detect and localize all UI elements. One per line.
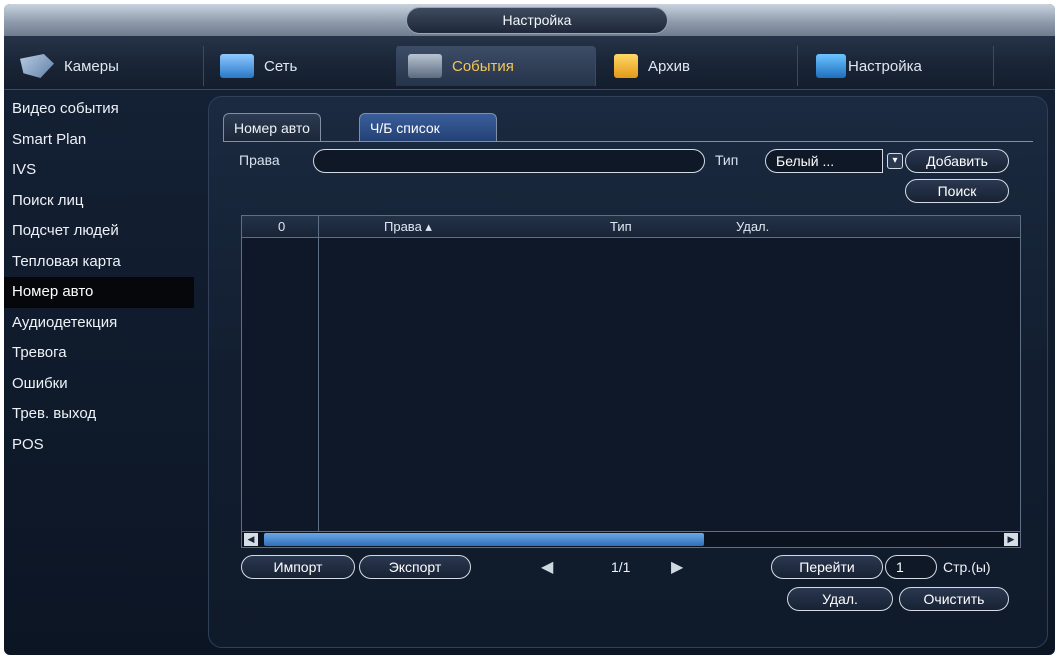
tab-settings-label: Настройка	[848, 57, 922, 75]
chevron-down-icon[interactable]: ▾	[887, 153, 903, 169]
tab-settings[interactable]: Настройка	[804, 46, 994, 86]
table-header: 0 Права ▴ Тип Удал.	[242, 216, 1020, 238]
settings-icon	[816, 54, 846, 78]
sidebar-item-smart-plan[interactable]: Smart Plan	[4, 125, 194, 156]
type-label: Тип	[715, 152, 739, 168]
tab-archive-label: Архив	[648, 57, 691, 75]
column-delete[interactable]: Удал.	[736, 216, 769, 238]
horizontal-scrollbar[interactable]: ◀ ▶	[242, 531, 1020, 547]
tab-cameras-label: Камеры	[64, 57, 119, 75]
sidebar: Видео события Smart Plan IVS Поиск лиц П…	[4, 94, 194, 460]
tab-cameras[interactable]: Камеры	[8, 46, 204, 86]
sidebar-item-face-search[interactable]: Поиск лиц	[4, 186, 194, 217]
sidebar-item-alarm[interactable]: Тревога	[4, 338, 194, 369]
subtab-bw-list[interactable]: Ч/Б список	[359, 113, 497, 141]
sidebar-item-ivs[interactable]: IVS	[4, 155, 194, 186]
events-icon	[408, 54, 442, 78]
pages-label: Стр.(ы)	[943, 559, 991, 575]
rights-input[interactable]	[313, 149, 705, 173]
bw-list-table: 0 Права ▴ Тип Удал. ◀ ▶	[241, 215, 1021, 548]
sidebar-item-pos[interactable]: POS	[4, 430, 194, 461]
next-page-icon[interactable]: ▶	[671, 557, 683, 577]
type-select[interactable]: Белый ...	[765, 149, 883, 173]
page-number-input[interactable]: 1	[885, 555, 937, 579]
sidebar-item-plate-number[interactable]: Номер авто	[4, 277, 194, 308]
archive-icon	[614, 54, 638, 78]
previous-page-icon[interactable]: ◀	[541, 557, 553, 577]
goto-button[interactable]: Перейти	[771, 555, 883, 579]
column-rights[interactable]: Права ▴	[384, 216, 432, 238]
sidebar-item-alarm-output[interactable]: Трев. выход	[4, 399, 194, 430]
tab-network[interactable]: Сеть	[208, 46, 398, 86]
export-button[interactable]: Экспорт	[359, 555, 471, 579]
column-index[interactable]: 0	[278, 216, 285, 238]
settings-window: Настройка Камеры Сеть События Архив Наст…	[4, 4, 1055, 655]
tab-network-label: Сеть	[264, 57, 298, 75]
tab-archive[interactable]: Архив	[602, 46, 798, 86]
search-button[interactable]: Поиск	[905, 179, 1009, 203]
page-indicator: 1/1	[611, 559, 631, 575]
scroll-thumb[interactable]	[264, 533, 704, 546]
tab-events[interactable]: События	[396, 46, 596, 86]
subtab-divider	[223, 141, 1033, 142]
tab-events-label: События	[452, 57, 514, 75]
content-panel: Номер авто Ч/Б список Права Тип Белый ..…	[208, 96, 1048, 648]
sidebar-item-heat-map[interactable]: Тепловая карта	[4, 247, 194, 278]
import-button[interactable]: Импорт	[241, 555, 355, 579]
camera-icon	[20, 54, 54, 78]
network-icon	[220, 54, 254, 78]
delete-button[interactable]: Удал.	[787, 587, 893, 611]
scroll-left-icon[interactable]: ◀	[244, 533, 258, 546]
scroll-right-icon[interactable]: ▶	[1004, 533, 1018, 546]
rights-label: Права	[239, 152, 280, 168]
sidebar-item-errors[interactable]: Ошибки	[4, 369, 194, 400]
add-button[interactable]: Добавить	[905, 149, 1009, 173]
subtab-plate-number[interactable]: Номер авто	[223, 113, 321, 141]
sidebar-item-people-count[interactable]: Подсчет людей	[4, 216, 194, 247]
sidebar-item-video-events[interactable]: Видео события	[4, 94, 194, 125]
column-divider	[318, 216, 319, 531]
main-tabs: Камеры Сеть События Архив Настройка	[4, 36, 1055, 90]
window-title: Настройка	[406, 7, 668, 34]
sidebar-item-audio-detection[interactable]: Аудиодетекция	[4, 308, 194, 339]
clear-button[interactable]: Очистить	[899, 587, 1009, 611]
column-type[interactable]: Тип	[610, 216, 632, 238]
title-bar: Настройка	[4, 4, 1055, 36]
